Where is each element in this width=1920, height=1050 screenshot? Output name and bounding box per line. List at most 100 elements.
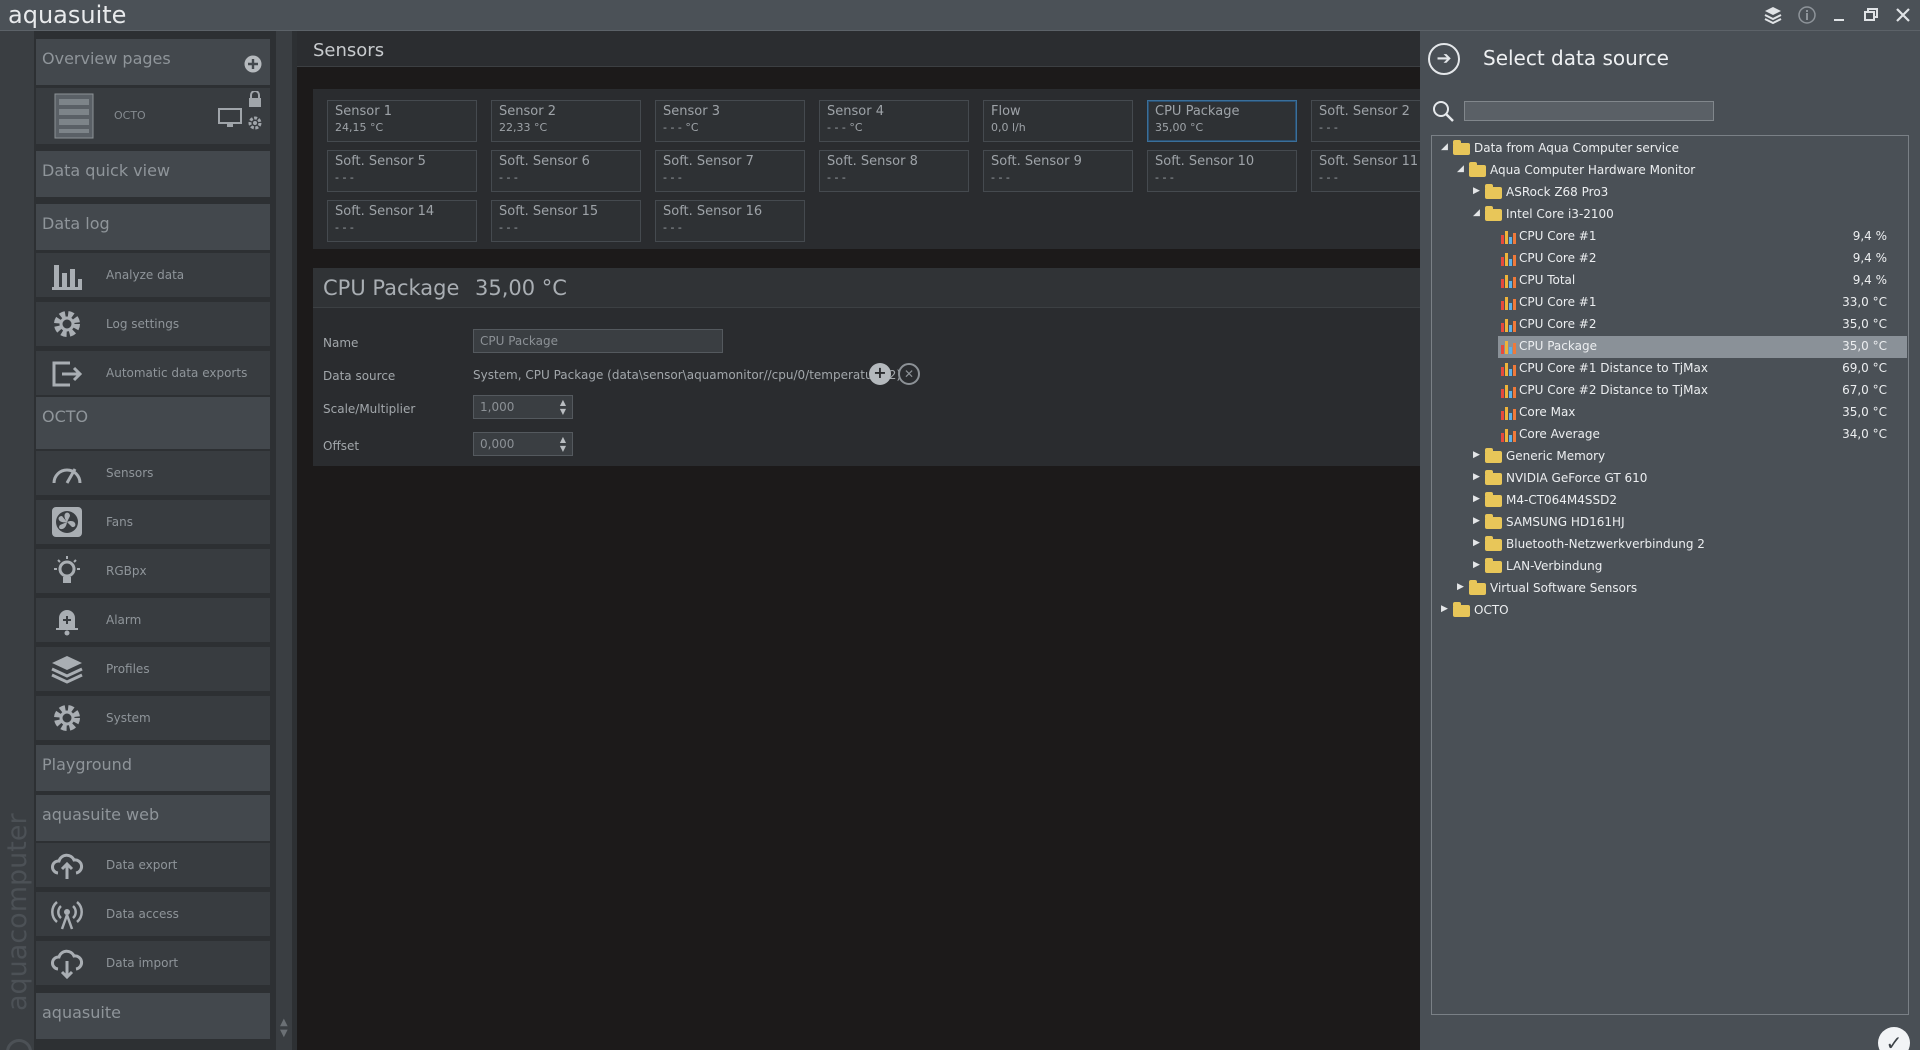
section-aquasuite-web[interactable]: aquasuite web: [36, 795, 270, 841]
spin-down-icon[interactable]: ▼: [557, 444, 569, 453]
minimize-icon[interactable]: [1828, 5, 1850, 27]
section-aquasuite[interactable]: aquasuite: [36, 993, 270, 1039]
remove-source-button[interactable]: ✕: [898, 363, 920, 385]
collapsed-arrow-icon[interactable]: ▶: [1473, 472, 1480, 482]
restore-icon[interactable]: [1860, 5, 1882, 27]
expanded-arrow-icon[interactable]: ◢: [1441, 142, 1448, 152]
sensor-tile[interactable]: Soft. Sensor 15 - - -: [491, 200, 641, 242]
tree-sensor-node[interactable]: CPU Package 35,0 °C: [1498, 336, 1907, 358]
search-input[interactable]: [1464, 101, 1714, 121]
sensor-tile[interactable]: Flow 0,0 l/h: [983, 100, 1133, 142]
collapsed-arrow-icon[interactable]: ▶: [1473, 560, 1480, 570]
tree-folder-node[interactable]: ▶ Generic Memory: [1433, 446, 1907, 468]
tile-name: Sensor 4: [827, 104, 884, 119]
section-octo[interactable]: OCTO: [36, 397, 270, 449]
expanded-arrow-icon[interactable]: ◢: [1457, 164, 1464, 174]
spin-up-icon[interactable]: ▲: [557, 398, 569, 407]
confirm-check-button[interactable]: ✓: [1878, 1027, 1910, 1050]
sidebar-item-analyze-data[interactable]: Analyze data: [36, 253, 270, 297]
sidebar-item-profiles[interactable]: Profiles: [36, 647, 270, 691]
tree-folder-node[interactable]: ▶ OCTO: [1433, 600, 1907, 622]
section-data-log[interactable]: Data log: [36, 204, 270, 250]
sensor-tile-selected[interactable]: CPU Package 35,00 °C: [1147, 100, 1297, 142]
tree-sensor-node[interactable]: CPU Core #1 9,4 %: [1433, 226, 1907, 248]
sensor-tile[interactable]: Sensor 2 22,33 °C: [491, 100, 641, 142]
sensor-tile[interactable]: Sensor 4 - - - °C: [819, 100, 969, 142]
scale-input[interactable]: 1,000 ▲ ▼: [473, 395, 573, 419]
sensor-tile[interactable]: Soft. Sensor 16 - - -: [655, 200, 805, 242]
collapsed-arrow-icon[interactable]: ▶: [1473, 538, 1480, 548]
tree-sensor-node[interactable]: Core Average 34,0 °C: [1433, 424, 1907, 446]
sensor-tile[interactable]: Soft. Sensor 9 - - -: [983, 150, 1133, 192]
tree-sensor-node[interactable]: Core Max 35,0 °C: [1433, 402, 1907, 424]
sidebar-item-log-settings[interactable]: Log settings: [36, 302, 270, 346]
tree-folder-node[interactable]: ▶ M4-CT064M4SSD2: [1433, 490, 1907, 512]
layers-icon[interactable]: [1762, 5, 1784, 27]
sidebar-item-data-access[interactable]: Data access: [36, 892, 270, 936]
collapsed-arrow-icon[interactable]: ▶: [1473, 516, 1480, 526]
sidebar-scrollbar[interactable]: [276, 31, 292, 1050]
collapsed-arrow-icon[interactable]: ▶: [1441, 604, 1448, 614]
sidebar-item-system[interactable]: System: [36, 696, 270, 740]
sensor-tile[interactable]: Soft. Sensor 14 - - -: [327, 200, 477, 242]
sidebar-item-alarm[interactable]: Alarm: [36, 598, 270, 642]
tree-folder-node[interactable]: ▶ LAN-Verbindung: [1433, 556, 1907, 578]
section-playground[interactable]: Playground: [36, 745, 270, 791]
sensor-tile[interactable]: Soft. Sensor 8 - - -: [819, 150, 969, 192]
close-icon[interactable]: [1892, 5, 1914, 27]
section-label: OCTO: [42, 407, 89, 426]
tree-node-value: 9,4 %: [1852, 273, 1887, 287]
collapsed-arrow-icon[interactable]: ▶: [1473, 450, 1480, 460]
tree-node-label: CPU Core #1 Distance to TjMax: [1519, 361, 1708, 375]
app-title: aquasuite: [8, 1, 127, 29]
tree-sensor-node[interactable]: CPU Core #1 Distance to TjMax 69,0 °C: [1433, 358, 1907, 380]
section-data-quick-view[interactable]: Data quick view: [36, 151, 270, 197]
tree-folder-node[interactable]: ▶ SAMSUNG HD161HJ: [1433, 512, 1907, 534]
tree-folder-node[interactable]: ◢ Intel Core i3-2100: [1433, 204, 1907, 226]
tree-folder-node[interactable]: ▶ Virtual Software Sensors: [1433, 578, 1907, 600]
tree-folder-node[interactable]: ▶ NVIDIA GeForce GT 610: [1433, 468, 1907, 490]
tree-sensor-node[interactable]: CPU Core #2 9,4 %: [1433, 248, 1907, 270]
tree-folder-node[interactable]: ◢ Aqua Computer Hardware Monitor: [1433, 160, 1907, 182]
tree-sensor-node[interactable]: CPU Core #2 35,0 °C: [1433, 314, 1907, 336]
collapsed-arrow-icon[interactable]: ▶: [1473, 494, 1480, 504]
tree-sensor-node[interactable]: CPU Core #1 33,0 °C: [1433, 292, 1907, 314]
tree-folder-node[interactable]: ▶ ASRock Z68 Pro3: [1433, 182, 1907, 204]
expanded-arrow-icon[interactable]: ◢: [1473, 208, 1480, 218]
add-page-icon[interactable]: [244, 55, 262, 73]
collapsed-arrow-icon[interactable]: ▶: [1457, 582, 1464, 592]
tree-sensor-node[interactable]: CPU Total 9,4 %: [1433, 270, 1907, 292]
tree-folder-node[interactable]: ▶ Bluetooth-Netzwerkverbindung 2: [1433, 534, 1907, 556]
sensor-tile[interactable]: Soft. Sensor 10 - - -: [1147, 150, 1297, 192]
sensor-bars-icon: [1501, 340, 1516, 354]
sensor-tile[interactable]: Soft. Sensor 5 - - -: [327, 150, 477, 192]
tree-folder-node[interactable]: ◢ Data from Aqua Computer service: [1433, 138, 1907, 160]
sidebar-item-sensors[interactable]: Sensors: [36, 451, 270, 495]
sidebar-item-fans[interactable]: Fans: [36, 500, 270, 544]
sidebar-item-automatic-data-exports[interactable]: Automatic data exports: [36, 351, 270, 395]
info-icon[interactable]: [1796, 5, 1818, 27]
section-overview-pages[interactable]: Overview pages: [36, 39, 270, 85]
name-input[interactable]: CPU Package: [473, 329, 723, 353]
offset-input[interactable]: 0,000 ▲ ▼: [473, 432, 573, 456]
sensor-tile[interactable]: Soft. Sensor 6 - - -: [491, 150, 641, 192]
scroll-arrows-icon[interactable]: ▲ ▼: [280, 1017, 288, 1039]
spin-down-icon[interactable]: ▼: [557, 407, 569, 416]
sidebar-item-rgbpx[interactable]: RGBpx: [36, 549, 270, 593]
gear-icon[interactable]: [246, 114, 264, 132]
sensor-tile[interactable]: Soft. Sensor 2 - - -: [1311, 100, 1420, 142]
tree-sensor-node[interactable]: CPU Core #2 Distance to TjMax 67,0 °C: [1433, 380, 1907, 402]
sensor-tile[interactable]: Soft. Sensor 11 - - -: [1311, 150, 1420, 192]
sensor-tile[interactable]: Sensor 3 - - - °C: [655, 100, 805, 142]
sensor-tile[interactable]: Sensor 1 24,15 °C: [327, 100, 477, 142]
spin-up-icon[interactable]: ▲: [557, 435, 569, 444]
sensor-tile[interactable]: Soft. Sensor 7 - - -: [655, 150, 805, 192]
sidebar-item-data-import[interactable]: Data import: [36, 941, 270, 985]
cloud-upload-icon: [51, 853, 83, 879]
sidebar-item-data-export[interactable]: Data export: [36, 843, 270, 887]
arrow-right-circle-icon[interactable]: ➔: [1428, 43, 1460, 75]
tree-node-label: Virtual Software Sensors: [1490, 581, 1638, 595]
add-source-button[interactable]: +: [869, 363, 891, 385]
collapsed-arrow-icon[interactable]: ▶: [1473, 186, 1480, 196]
device-octo[interactable]: OCTO: [36, 88, 270, 144]
